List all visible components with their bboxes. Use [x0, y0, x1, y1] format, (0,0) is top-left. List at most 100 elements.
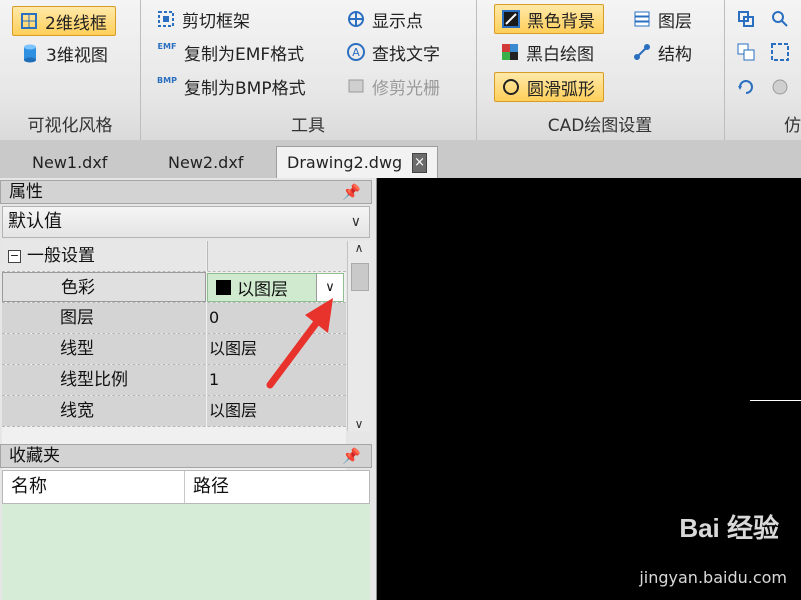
- move-icon: [736, 9, 756, 29]
- pin-icon[interactable]: 📌: [342, 181, 361, 203]
- structure-label: 结构: [658, 44, 692, 65]
- property-preset-select[interactable]: 默认值 ∨: [2, 206, 370, 238]
- 3d-view-button[interactable]: 3维视图: [14, 38, 116, 68]
- extra-group: 仿: [724, 0, 801, 140]
- property-value[interactable]: 0: [207, 303, 346, 333]
- close-icon[interactable]: ×: [412, 152, 427, 173]
- favorites-list[interactable]: [2, 504, 370, 600]
- pin-icon[interactable]: 📌: [342, 445, 361, 467]
- property-name: 图层: [2, 303, 206, 333]
- tab-drawing2[interactable]: Drawing2.dwg ×: [276, 146, 438, 178]
- extra-button-2[interactable]: [770, 4, 790, 34]
- property-preset-value: 默认值: [8, 211, 62, 232]
- black-white-draw-button[interactable]: 黑白绘图: [494, 37, 602, 67]
- left-panel: 属性 📌 默认值 ∨ − 一般设置 色彩 以图层 ∨ 图层 0 线型 以图层 线…: [0, 178, 377, 600]
- properties-panel-title: 属性 📌: [0, 180, 372, 204]
- find-text-label: 查找文字: [372, 44, 440, 65]
- bmp-icon: BMP: [157, 76, 177, 85]
- clip-frame-button[interactable]: 剪切框架: [150, 4, 258, 34]
- drawing-line: [750, 400, 801, 401]
- cad-settings-group: 黑色背景 黑白绘图 圆滑弧形 图层 结构 CAD绘图设置: [476, 0, 725, 140]
- show-points-label: 显示点: [372, 11, 423, 32]
- property-section-general[interactable]: − 一般设置: [2, 241, 346, 272]
- section-value-empty: [207, 241, 346, 271]
- wireframe-icon: [19, 11, 39, 31]
- color-value: 以图层: [237, 280, 288, 300]
- favorites-panel-title: 收藏夹 📌: [0, 444, 372, 468]
- 3d-view-label: 3维视图: [46, 45, 108, 66]
- crosshair-icon: [346, 9, 366, 29]
- favorites-table-header: 名称 路径: [2, 470, 370, 504]
- drawing-canvas[interactable]: Bai 经验 jingyan.baidu.com: [377, 178, 801, 600]
- find-text-button[interactable]: A 查找文字: [340, 37, 448, 67]
- trim-raster-label: 修剪光栅: [372, 78, 440, 99]
- property-name: 线宽: [2, 396, 206, 426]
- layers-icon: [632, 9, 652, 29]
- favorites-title-text: 收藏夹: [9, 446, 60, 466]
- extra-button-5[interactable]: [736, 72, 756, 102]
- trim-raster-icon: [346, 76, 366, 96]
- tab-new1[interactable]: New1.dxf: [22, 146, 117, 178]
- ribbon: 2维线框 3维视图 可视化风格 剪切框架 EMF 复制为EMF格式 BMP 复制…: [0, 0, 801, 141]
- extra-button-6: [770, 72, 790, 102]
- layers-label: 图层: [658, 11, 692, 32]
- property-value[interactable]: 以图层: [207, 396, 346, 426]
- emf-icon: EMF: [157, 42, 177, 51]
- column-name[interactable]: 名称: [3, 471, 185, 503]
- scrollbar-thumb[interactable]: [351, 263, 369, 291]
- column-path[interactable]: 路径: [185, 471, 369, 503]
- black-white-icon: [500, 42, 520, 62]
- show-points-button[interactable]: 显示点: [340, 4, 431, 34]
- tab-label: New1.dxf: [32, 152, 108, 172]
- svg-text:A: A: [352, 46, 360, 59]
- zoom-icon: [770, 9, 790, 29]
- properties-title-text: 属性: [9, 182, 43, 202]
- scroll-down-icon[interactable]: ∨: [348, 417, 370, 431]
- scroll-up-icon[interactable]: ∧: [348, 241, 370, 255]
- collapse-icon[interactable]: −: [8, 249, 21, 263]
- property-row-layer[interactable]: 图层 0: [2, 303, 346, 334]
- cad-settings-group-label: CAD绘图设置: [547, 116, 653, 136]
- structure-button[interactable]: 结构: [626, 37, 700, 67]
- extra-button-3[interactable]: [736, 37, 756, 67]
- smooth-arc-label: 圆滑弧形: [527, 79, 595, 100]
- smooth-arc-button[interactable]: 圆滑弧形: [494, 72, 604, 102]
- property-name: 线型: [2, 334, 206, 364]
- property-value[interactable]: 以图层: [207, 334, 346, 364]
- color-select[interactable]: 以图层 ∨: [207, 273, 344, 302]
- copy-bmp-button[interactable]: BMP 复制为BMP格式: [150, 71, 314, 101]
- cylinder-icon: [20, 43, 40, 63]
- find-text-icon: A: [346, 42, 366, 62]
- color-swatch: [216, 280, 231, 295]
- clip-frame-label: 剪切框架: [182, 11, 250, 32]
- 2d-wireframe-button[interactable]: 2维线框: [12, 6, 116, 36]
- tab-new2[interactable]: New2.dxf: [158, 146, 253, 178]
- property-row-color[interactable]: 色彩 以图层 ∨: [2, 272, 346, 303]
- layers-button[interactable]: 图层: [626, 4, 700, 34]
- property-value[interactable]: 1: [207, 365, 346, 395]
- copy-icon: [736, 42, 756, 62]
- disabled-tool-icon: [770, 77, 790, 97]
- property-row-linetype[interactable]: 线型 以图层: [2, 334, 346, 365]
- copy-emf-button[interactable]: EMF 复制为EMF格式: [150, 37, 312, 67]
- chevron-down-icon[interactable]: ∨: [316, 274, 343, 301]
- tab-label: New2.dxf: [168, 152, 244, 172]
- document-tabs: New1.dxf New2.dxf Drawing2.dwg ×: [0, 140, 801, 179]
- property-name: 色彩: [2, 272, 206, 302]
- extra-button-1[interactable]: [736, 4, 756, 34]
- property-row-lineweight[interactable]: 线宽 以图层: [2, 396, 346, 427]
- property-grid-scrollbar[interactable]: ∧ ∨: [347, 241, 370, 431]
- copy-bmp-label: 复制为BMP格式: [184, 78, 306, 99]
- fit-icon: [770, 42, 790, 62]
- black-white-draw-label: 黑白绘图: [526, 44, 594, 65]
- black-background-label: 黑色背景: [527, 11, 595, 32]
- black-background-icon: [501, 9, 521, 29]
- tools-group-label: 工具: [291, 116, 325, 136]
- watermark-logo: Bai 经验: [679, 513, 779, 543]
- chevron-down-icon: ∨: [350, 214, 361, 230]
- rotate-3d-icon: [736, 77, 756, 97]
- tab-label: Drawing2.dwg: [287, 153, 403, 172]
- extra-button-4[interactable]: [770, 37, 790, 67]
- property-row-linetype-scale[interactable]: 线型比例 1: [2, 365, 346, 396]
- black-background-button[interactable]: 黑色背景: [494, 4, 604, 34]
